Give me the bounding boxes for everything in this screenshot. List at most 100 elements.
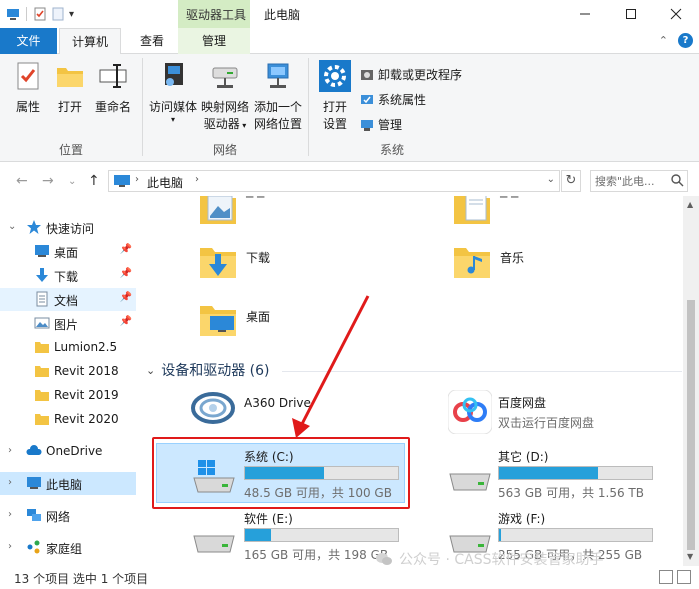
nav-pictures[interactable]: 图片 📌	[0, 312, 136, 335]
collapse-chevron-icon[interactable]: ⌄	[146, 364, 155, 377]
folder-label-desktop[interactable]: 桌面	[246, 308, 270, 325]
devices-section-header[interactable]: ⌄ 设备和驱动器 (6)	[146, 360, 270, 380]
quick-access-toolbar: ▾	[6, 5, 74, 23]
nav-this-pc[interactable]: › 此电脑	[0, 472, 136, 495]
downloads-folder-icon[interactable]	[198, 244, 238, 284]
expand-chevron-icon[interactable]: ›	[8, 509, 12, 520]
drive-d-label[interactable]: 其它 (D:)	[498, 448, 548, 465]
uninstall-program-button[interactable]: 卸载或更改程序	[360, 66, 462, 83]
map-drive-button[interactable]: 映射网络 驱动器 ▾	[199, 60, 251, 134]
search-box[interactable]	[590, 170, 688, 192]
properties-icon[interactable]	[33, 7, 47, 21]
close-button[interactable]	[653, 0, 699, 28]
expand-chevron-icon[interactable]: ›	[8, 445, 12, 456]
content-pane: ─ ─ ─ ─ 下载 音乐 桌面 ⌄ 设备和驱动器 (6) A360 Drive…	[142, 196, 683, 564]
network-location-icon	[267, 63, 289, 88]
back-arrow-icon[interactable]: ←	[16, 173, 28, 189]
open-settings-button[interactable]: 打开 设置	[317, 60, 353, 133]
map-drive-label-2: 驱动器 ▾	[203, 117, 247, 131]
expand-chevron-icon[interactable]: ›	[8, 477, 12, 488]
refresh-button[interactable]: ↻	[561, 170, 581, 192]
scroll-down-icon[interactable]: ▼	[687, 552, 693, 561]
expand-chevron-icon[interactable]: ›	[8, 541, 12, 552]
group-label-system: 系统	[379, 143, 404, 157]
add-network-location-button[interactable]: 添加一个 网络位置	[251, 60, 305, 133]
nav-label: 桌面	[54, 246, 79, 260]
nav-documents[interactable]: 文档 📌	[0, 288, 136, 311]
breadcrumb-chevron-icon[interactable]: ›	[195, 174, 199, 185]
recent-locations-icon[interactable]: ⌄	[68, 176, 76, 187]
nav-downloads[interactable]: 下载 📌	[0, 264, 136, 287]
search-input[interactable]	[595, 173, 669, 189]
open-button[interactable]: 打开	[52, 60, 88, 116]
new-folder-icon[interactable]	[51, 7, 65, 21]
scrollbar-thumb[interactable]	[687, 300, 695, 550]
nav-label: 此电脑	[46, 478, 83, 492]
expand-ribbon-icon[interactable]: ⌃	[659, 34, 668, 47]
address-bar[interactable]: › 此电脑 › ⌄	[108, 170, 560, 192]
forward-arrow-icon[interactable]: →	[42, 173, 54, 189]
tab-manage[interactable]: 管理	[178, 28, 250, 54]
nav-label: 家庭组	[46, 542, 83, 556]
nav-network[interactable]: › 网络	[0, 504, 136, 527]
breadcrumb-this-pc[interactable]: 此电脑	[147, 174, 183, 191]
tab-computer[interactable]: 计算机	[59, 28, 121, 55]
music-folder-icon[interactable]	[452, 244, 492, 284]
scroll-up-icon[interactable]: ▲	[687, 200, 693, 209]
customize-qat-icon[interactable]: ▾	[69, 9, 74, 20]
media-icon	[165, 63, 183, 86]
help-icon[interactable]: ?	[678, 33, 693, 48]
pictures-folder-icon[interactable]	[198, 196, 238, 230]
folder-label-music[interactable]: 音乐	[500, 249, 524, 266]
computer-icon[interactable]	[6, 7, 20, 21]
folder-label-downloads[interactable]: 下载	[246, 249, 270, 266]
cloud-icon	[26, 445, 42, 455]
nav-folder-revit-2019[interactable]: Revit 2019	[0, 384, 136, 407]
nav-folder-revit-2018[interactable]: Revit 2018	[0, 360, 136, 383]
nav-quick-access[interactable]: ⌄ 快速访问	[0, 216, 136, 239]
nav-label: Revit 2018	[54, 364, 119, 378]
properties-label: 属性	[15, 100, 40, 114]
details-view-icon[interactable]	[659, 570, 673, 584]
manage-button[interactable]: 管理	[360, 116, 402, 133]
settings-gear-icon	[319, 60, 351, 92]
nav-folder-lumion[interactable]: Lumion2.5	[0, 336, 136, 359]
breadcrumb-chevron-icon[interactable]: ›	[135, 174, 139, 185]
up-arrow-icon[interactable]: ↑	[88, 173, 100, 189]
system-properties-icon	[361, 94, 373, 104]
pin-icon[interactable]: 📌	[120, 268, 132, 279]
pin-icon[interactable]: 📌	[120, 244, 132, 255]
drive-e-label[interactable]: 软件 (E:)	[244, 510, 293, 527]
address-dropdown-icon[interactable]: ⌄	[547, 174, 555, 185]
hard-drive-icon[interactable]	[190, 524, 238, 556]
drive-f-label[interactable]: 游戏 (F:)	[498, 510, 545, 527]
large-icons-view-icon[interactable]	[677, 570, 691, 584]
baidu-netdisk-label[interactable]: 百度网盘	[498, 394, 546, 411]
baidu-netdisk-icon[interactable]	[448, 390, 492, 434]
properties-button[interactable]: 属性	[8, 60, 48, 116]
nav-onedrive[interactable]: › OneDrive	[0, 440, 136, 463]
pin-icon[interactable]: 📌	[120, 292, 132, 303]
system-properties-button[interactable]: 系统属性	[360, 91, 426, 108]
a360-drive-icon[interactable]	[190, 388, 236, 428]
minimize-button[interactable]	[562, 0, 608, 28]
nav-homegroup[interactable]: › 家庭组	[0, 536, 136, 559]
desktop-folder-icon[interactable]	[198, 302, 238, 342]
tab-view[interactable]: 查看	[130, 28, 174, 54]
rename-button[interactable]: 重命名	[92, 60, 134, 116]
nav-folder-revit-2020[interactable]: Revit 2020	[0, 408, 136, 431]
expand-chevron-icon[interactable]: ⌄	[8, 221, 16, 232]
nav-desktop[interactable]: 桌面 📌	[0, 240, 136, 263]
nav-label: OneDrive	[46, 444, 103, 458]
nav-label: 快速访问	[46, 222, 95, 236]
manage-label: 管理	[378, 118, 403, 132]
pin-icon[interactable]: 📌	[120, 316, 132, 327]
access-media-button[interactable]: 访问媒体 ▾	[145, 60, 201, 124]
vertical-scrollbar[interactable]: ▲ ▼	[683, 196, 699, 566]
documents-folder-icon[interactable]	[452, 196, 492, 230]
a360-drive-label[interactable]: A360 Drive	[244, 396, 311, 410]
maximize-button[interactable]	[608, 0, 654, 28]
section-divider	[282, 371, 682, 372]
hard-drive-icon[interactable]	[446, 462, 494, 494]
tab-file[interactable]: 文件	[0, 28, 57, 54]
